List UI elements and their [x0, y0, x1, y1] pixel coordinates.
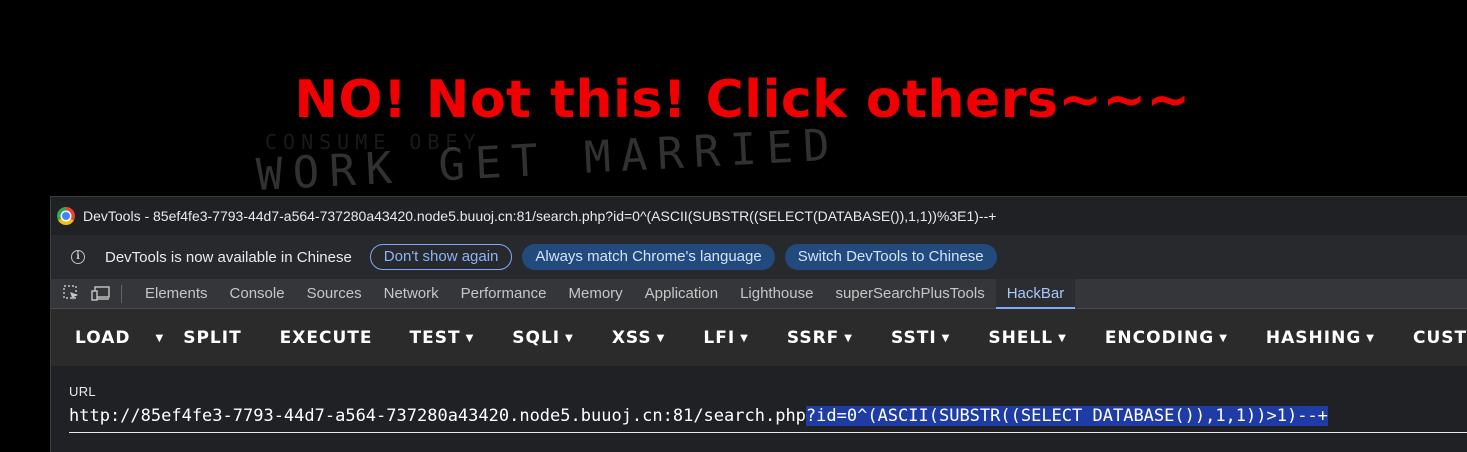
tab-network[interactable]: Network	[373, 279, 450, 309]
devtools-tabbar: Elements Console Sources Network Perform…	[51, 278, 1467, 309]
load-options-dropdown[interactable]: ▼	[151, 328, 165, 348]
encoding-menu[interactable]: ENCODING ▼	[1105, 328, 1228, 348]
caret-down-icon: ▼	[1366, 332, 1375, 344]
load-label: LOAD	[75, 327, 131, 348]
url-text: http://85ef4fe3-7793-44d7-a564-737280a43…	[69, 406, 806, 426]
caret-down-icon: ▼	[941, 332, 951, 344]
tab-console[interactable]: Console	[219, 279, 296, 309]
caret-down-icon: ▼	[565, 332, 574, 344]
devtools-window: DevTools - 85ef4fe3-7793-44d7-a564-73728…	[50, 196, 1467, 452]
info-icon: i	[71, 250, 85, 264]
device-toolbar-icon[interactable]	[91, 284, 111, 304]
url-section: URL http://85ef4fe3-7793-44d7-a564-73728…	[51, 366, 1467, 452]
ssti-menu[interactable]: SSTI ▼	[891, 328, 950, 348]
chrome-logo-icon	[57, 207, 75, 225]
caret-down-icon: ▼	[155, 332, 165, 344]
tab-supersearchplustools[interactable]: superSearchPlusTools	[824, 279, 995, 309]
url-input-underline	[69, 432, 1467, 433]
tab-sources[interactable]: Sources	[296, 279, 373, 309]
caret-down-icon: ▼	[656, 332, 666, 344]
hashing-menu[interactable]: HASHING ▼	[1266, 328, 1375, 348]
caret-down-icon: ▼	[1058, 332, 1067, 344]
tab-elements[interactable]: Elements	[134, 279, 219, 309]
lfi-menu[interactable]: LFI ▼	[703, 328, 748, 348]
caret-down-icon: ▼	[740, 332, 749, 344]
tab-separator	[121, 284, 122, 303]
shell-menu[interactable]: SHELL ▼	[988, 328, 1066, 348]
page-headline: NO! Not this! Click others~~~	[294, 70, 1191, 130]
xss-menu[interactable]: XSS ▼	[612, 328, 666, 348]
lfi-label: LFI	[703, 327, 736, 348]
url-label: URL	[69, 384, 96, 399]
caret-down-icon: ▼	[844, 332, 853, 344]
always-match-language-button[interactable]: Always match Chrome's language	[522, 244, 775, 270]
tab-performance[interactable]: Performance	[450, 279, 558, 309]
load-button[interactable]: LOAD	[75, 328, 131, 348]
sqli-menu[interactable]: SQLI ▼	[512, 328, 574, 348]
test-menu[interactable]: TEST ▼	[410, 328, 475, 348]
ssrf-menu[interactable]: SSRF ▼	[787, 328, 853, 348]
url-selected-text: ?id=0^(ASCII(SUBSTR((SELECT DATABASE()),…	[805, 406, 1328, 426]
language-infobar: i DevTools is now available in Chinese D…	[51, 235, 1467, 279]
split-button[interactable]: SPLIT	[183, 328, 241, 348]
xss-label: XSS	[611, 327, 652, 348]
tab-application[interactable]: Application	[634, 279, 729, 309]
tab-hackbar[interactable]: HackBar	[995, 278, 1076, 309]
encoding-label: ENCODING	[1104, 327, 1215, 348]
hashing-label: HASHING	[1265, 327, 1362, 348]
test-label: TEST	[409, 327, 461, 348]
hackbar-toolbar: LOAD ▼ SPLIT EXECUTE TEST ▼ SQLI ▼ XSS ▼ LF…	[51, 309, 1467, 366]
tab-lighthouse[interactable]: Lighthouse	[729, 279, 824, 309]
infobar-message: DevTools is now available in Chinese	[105, 248, 352, 266]
window-title: DevTools - 85ef4fe3-7793-44d7-a564-73728…	[83, 208, 997, 224]
tab-memory[interactable]: Memory	[558, 279, 634, 309]
custom-menu[interactable]: CUSTOM▼	[1413, 328, 1467, 348]
inspect-element-icon[interactable]	[61, 284, 81, 304]
ssti-label: SSTI	[891, 327, 937, 348]
devtools-titlebar: DevTools - 85ef4fe3-7793-44d7-a564-73728…	[51, 197, 1467, 235]
caret-down-icon: ▼	[1219, 332, 1228, 344]
ssrf-label: SSRF	[786, 327, 840, 348]
custom-label: CUSTOM	[1412, 327, 1467, 348]
shell-label: SHELL	[988, 327, 1054, 348]
execute-button[interactable]: EXECUTE	[280, 328, 373, 348]
dont-show-again-button[interactable]: Don't show again	[369, 244, 513, 270]
sqli-label: SQLI	[512, 327, 561, 348]
caret-down-icon: ▼	[465, 332, 475, 344]
url-input[interactable]: http://85ef4fe3-7793-44d7-a564-737280a43…	[69, 406, 1328, 426]
switch-to-chinese-button[interactable]: Switch DevTools to Chinese	[784, 244, 997, 270]
